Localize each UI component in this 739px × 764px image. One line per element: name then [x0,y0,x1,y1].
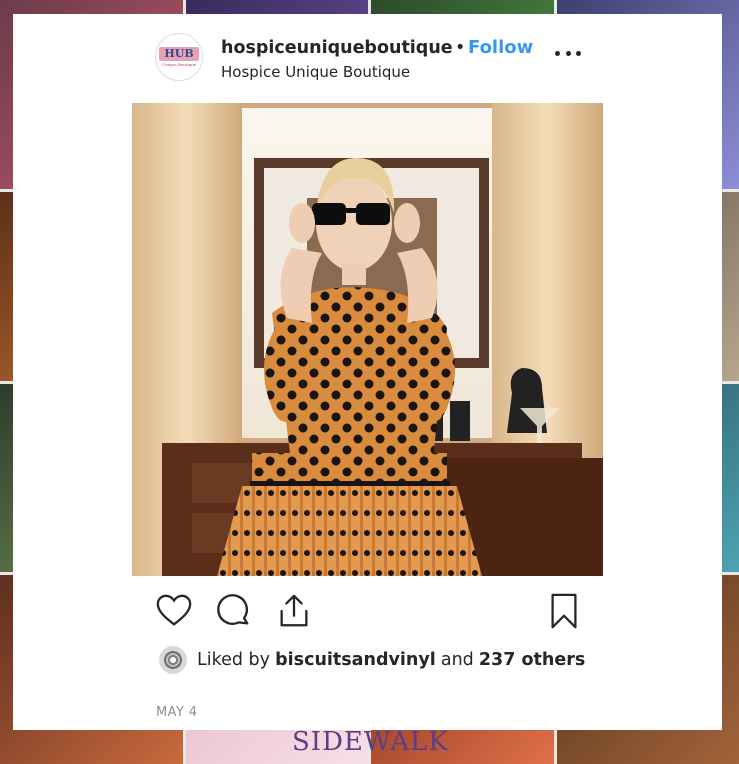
liker-username[interactable]: biscuitsandvinyl [275,650,436,670]
more-options-icon[interactable] [555,43,581,63]
follow-button[interactable]: Follow [468,37,533,58]
profile-avatar[interactable]: HUB Unique Boutique [155,33,203,81]
post-actions [155,592,580,632]
comment-icon[interactable] [215,592,253,630]
avatar-logo-subtext: Unique Boutique [161,62,197,68]
likes-summary: Liked by biscuitsandvinyl and 237 others [159,645,585,675]
heart-icon[interactable] [155,592,193,630]
post-photo[interactable] [132,103,603,576]
share-icon[interactable] [275,592,313,630]
background-tile-caption: SIDEWALK [292,727,449,757]
post-date[interactable]: MAY 4 [156,705,197,720]
likes-conjunction: and [440,650,474,670]
post-username[interactable]: hospiceuniqueboutique [221,38,453,58]
post-photo-illustration [132,103,603,576]
bookmark-icon[interactable] [545,592,583,630]
likes-others-count[interactable]: 237 others [479,650,585,670]
post-location[interactable]: Hospice Unique Boutique [221,63,410,81]
liker-avatar[interactable] [159,646,187,674]
header-separator: • [455,38,466,58]
likes-prefix: Liked by [197,650,271,670]
post-header: HUB Unique Boutique hospiceuniqueboutiqu… [155,33,585,83]
avatar-logo-text: HUB [159,46,199,62]
